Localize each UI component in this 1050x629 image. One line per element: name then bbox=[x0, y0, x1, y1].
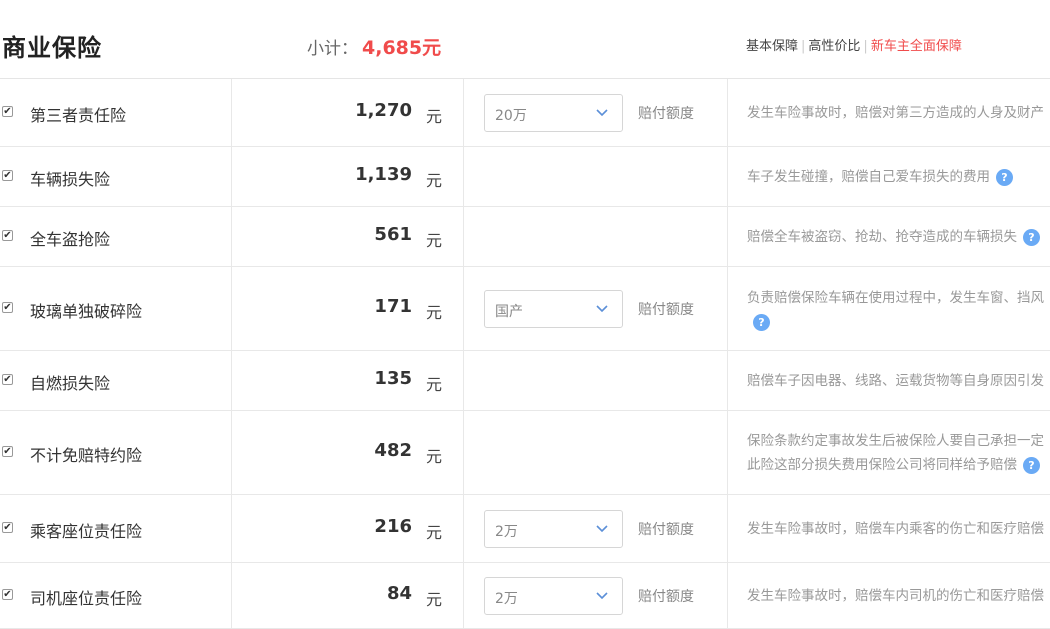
insurance-row: ✔ 司机座位责任险 84 元 2万 赔付额度 发生车险事故时，赔偿车内司机的伤亡和医疗赔… bbox=[0, 563, 1050, 629]
insurance-name: 车辆损失险 bbox=[30, 170, 111, 189]
coverage-limit-label: 赔付额度 bbox=[638, 589, 694, 605]
description-line: 发生车险事故时，赔偿车内乘客的伤亡和医疗赔偿 bbox=[747, 521, 1044, 537]
subtotal: 小计： 4,685元 bbox=[307, 33, 441, 60]
insurance-price: 171 bbox=[374, 296, 412, 317]
row-checkbox[interactable]: ✔ bbox=[2, 589, 13, 600]
coverage-select-value: 国产 bbox=[495, 304, 523, 320]
insurance-row: ✔ 乘客座位责任险 216 元 2万 赔付额度 发生车险事故时，赔偿车内乘客的伤亡和医疗… bbox=[0, 495, 1050, 563]
coverage-limit-label: 赔付额度 bbox=[638, 522, 694, 538]
help-icon[interactable]: ? bbox=[1023, 228, 1040, 246]
insurance-description: 赔偿全车被盗窃、抢劫、抢夺造成的车辆损失? bbox=[747, 225, 1050, 249]
coverage-limit-label: 赔付额度 bbox=[638, 106, 694, 122]
insurance-name: 全车盗抢险 bbox=[30, 230, 111, 249]
plan-basic[interactable]: 基本保障 bbox=[746, 39, 798, 54]
insurance-description: 发生车险事故时，赔偿对第三方造成的人身及财产 bbox=[747, 101, 1050, 125]
insurance-name: 不计免赔特约险 bbox=[30, 446, 143, 465]
help-icon[interactable]: ? bbox=[753, 313, 770, 331]
insurance-row: ✔ 车辆损失险 1,139 元 车子发生碰撞，赔偿自己爱车损失的费用? bbox=[0, 147, 1050, 207]
chevron-down-icon bbox=[596, 305, 608, 313]
insurance-price: 135 bbox=[374, 368, 412, 389]
price-unit: 元 bbox=[426, 303, 443, 322]
plan-new-owner-full[interactable]: 新车主全面保障 bbox=[871, 39, 962, 54]
coverage-select[interactable]: 20万 bbox=[484, 94, 623, 132]
coverage-select[interactable]: 2万 bbox=[484, 577, 623, 615]
description-line: 车子发生碰撞，赔偿自己爱车损失的费用 bbox=[747, 169, 990, 185]
chevron-down-icon bbox=[596, 109, 608, 117]
insurance-description: 赔偿车子因电器、线路、运载货物等自身原因引发 bbox=[747, 369, 1050, 393]
price-unit: 元 bbox=[426, 590, 443, 609]
insurance-row: ✔ 第三者责任险 1,270 元 20万 赔付额度 发生车险事故时，赔偿对第三方造成的人… bbox=[0, 79, 1050, 147]
help-icon[interactable]: ? bbox=[1023, 456, 1040, 474]
insurance-row: ✔ 玻璃单独破碎险 171 元 国产 赔付额度 负责赔偿保险车辆在使用过程中，发生车窗、… bbox=[0, 267, 1050, 351]
price-unit: 元 bbox=[426, 231, 443, 250]
description-line: 保险条款约定事故发生后被保险人要自己承担一定 bbox=[747, 433, 1044, 449]
description-line: 赔偿全车被盗窃、抢劫、抢夺造成的车辆损失 bbox=[747, 229, 1017, 245]
coverage-select-value: 20万 bbox=[495, 108, 527, 124]
insurance-name: 玻璃单独破碎险 bbox=[30, 302, 143, 321]
insurance-price: 1,270 bbox=[355, 100, 412, 121]
insurance-price: 561 bbox=[374, 224, 412, 245]
insurance-price: 216 bbox=[374, 516, 412, 537]
row-checkbox[interactable]: ✔ bbox=[2, 106, 13, 117]
row-checkbox[interactable]: ✔ bbox=[2, 374, 13, 385]
description-line: 负责赔偿保险车辆在使用过程中，发生车窗、挡风 bbox=[747, 290, 1044, 306]
row-checkbox[interactable]: ✔ bbox=[2, 446, 13, 457]
insurance-name: 乘客座位责任险 bbox=[30, 522, 143, 541]
insurance-row: ✔ 不计免赔特约险 482 元 保险条款约定事故发生后被保险人要自己承担一定 此险这部分损… bbox=[0, 411, 1050, 495]
insurance-list: ✔ 第三者责任险 1,270 元 20万 赔付额度 发生车险事故时，赔偿对第三方造成的人… bbox=[0, 79, 1050, 629]
insurance-name: 司机座位责任险 bbox=[30, 589, 143, 608]
subtotal-value: 4,685元 bbox=[362, 37, 442, 59]
insurance-price: 84 bbox=[386, 583, 412, 604]
coverage-select[interactable]: 国产 bbox=[484, 290, 623, 328]
insurance-description: 发生车险事故时，赔偿车内司机的伤亡和医疗赔偿 bbox=[747, 584, 1050, 608]
row-checkbox[interactable]: ✔ bbox=[2, 522, 13, 533]
insurance-row: ✔ 全车盗抢险 561 元 赔偿全车被盗窃、抢劫、抢夺造成的车辆损失? bbox=[0, 207, 1050, 267]
price-unit: 元 bbox=[426, 447, 443, 466]
coverage-select-value: 2万 bbox=[495, 591, 518, 607]
insurance-price: 1,139 bbox=[355, 164, 412, 185]
subtotal-label: 小计： bbox=[307, 39, 358, 59]
insurance-description: 发生车险事故时，赔偿车内乘客的伤亡和医疗赔偿 bbox=[747, 517, 1050, 541]
page-title: 商业保险 bbox=[2, 34, 102, 62]
plan-selector: 基本保障 | 高性价比 | 新车主全面保障 bbox=[746, 39, 962, 54]
insurance-price: 482 bbox=[374, 440, 412, 461]
price-unit: 元 bbox=[426, 375, 443, 394]
coverage-select-value: 2万 bbox=[495, 524, 518, 540]
chevron-down-icon bbox=[596, 592, 608, 600]
price-unit: 元 bbox=[426, 523, 443, 542]
insurance-description: 保险条款约定事故发生后被保险人要自己承担一定 此险这部分损失费用保险公司将同样给予… bbox=[747, 429, 1050, 477]
price-unit: 元 bbox=[426, 171, 443, 190]
insurance-name: 自燃损失险 bbox=[30, 374, 111, 393]
row-checkbox[interactable]: ✔ bbox=[2, 230, 13, 241]
description-line: 此险这部分损失费用保险公司将同样给予赔偿 bbox=[747, 457, 1017, 473]
description-line: 赔偿车子因电器、线路、运载货物等自身原因引发 bbox=[747, 373, 1044, 389]
coverage-limit-label: 赔付额度 bbox=[638, 302, 694, 318]
plan-value[interactable]: 高性价比 bbox=[808, 39, 860, 54]
row-checkbox[interactable]: ✔ bbox=[2, 302, 13, 313]
description-line: 发生车险事故时，赔偿对第三方造成的人身及财产 bbox=[747, 105, 1044, 121]
coverage-select[interactable]: 2万 bbox=[484, 510, 623, 548]
description-line: 发生车险事故时，赔偿车内司机的伤亡和医疗赔偿 bbox=[747, 588, 1044, 604]
chevron-down-icon bbox=[596, 525, 608, 533]
insurance-description: 负责赔偿保险车辆在使用过程中，发生车窗、挡风? bbox=[747, 286, 1050, 334]
row-checkbox[interactable]: ✔ bbox=[2, 170, 13, 181]
insurance-name: 第三者责任险 bbox=[30, 106, 127, 125]
help-icon[interactable]: ? bbox=[996, 168, 1013, 186]
insurance-description: 车子发生碰撞，赔偿自己爱车损失的费用? bbox=[747, 165, 1050, 189]
price-unit: 元 bbox=[426, 107, 443, 126]
header: 商业保险 小计： 4,685元 基本保障 | 高性价比 | 新车主全面保障 bbox=[0, 0, 1050, 79]
insurance-row: ✔ 自燃损失险 135 元 赔偿车子因电器、线路、运载货物等自身原因引发 bbox=[0, 351, 1050, 411]
